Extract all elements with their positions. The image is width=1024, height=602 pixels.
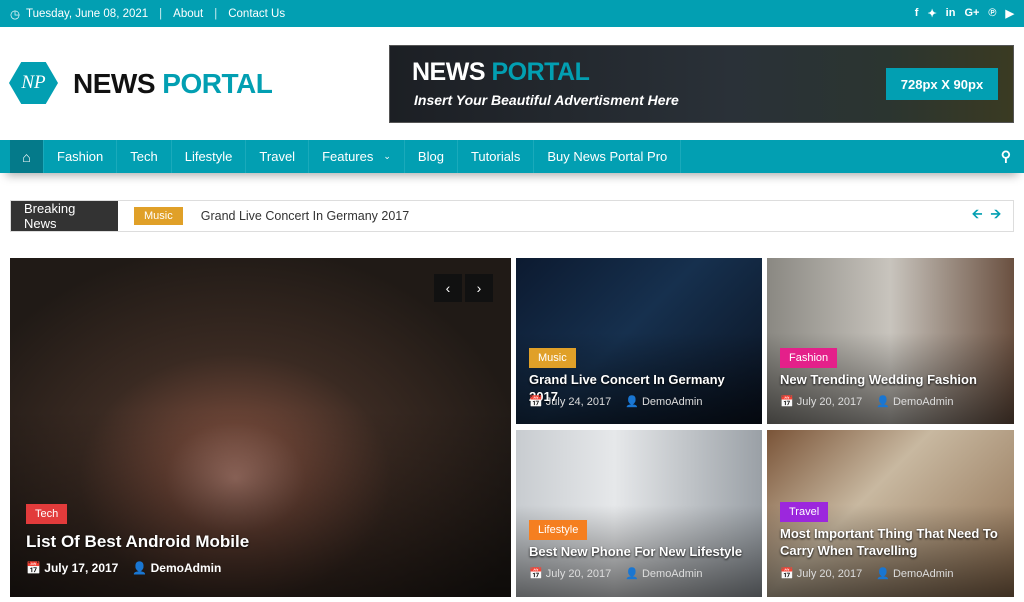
home-icon[interactable]: ⌂ [10, 140, 44, 173]
post-author[interactable]: 👤 DemoAdmin [625, 567, 702, 580]
slider-next-button[interactable]: › [465, 274, 493, 302]
linkedin-icon[interactable]: in [946, 7, 956, 20]
post-title[interactable]: Most Important Thing That Need To Carry … [780, 525, 1005, 559]
category-badge[interactable]: Tech [26, 504, 67, 524]
nav-blog[interactable]: Blog [405, 140, 458, 173]
slider-prev-button[interactable]: ‹ [434, 274, 462, 302]
twitter-icon[interactable]: ✦ [927, 7, 936, 20]
site-title-b: PORTAL [162, 68, 272, 99]
post-card[interactable]: Lifestyle Best New Phone For New Lifesty… [516, 430, 762, 597]
post-date: 📅 July 20, 2017 [529, 567, 611, 580]
nav-fashion[interactable]: Fashion [44, 140, 117, 173]
post-card[interactable]: Music Grand Live Concert In Germany 2017… [516, 258, 762, 424]
clock-icon: ◷ [10, 7, 20, 21]
nav-tech[interactable]: Tech [117, 140, 171, 173]
nav-tutorials[interactable]: Tutorials [458, 140, 534, 173]
post-date: 📅 July 20, 2017 [780, 395, 862, 408]
logo-mark[interactable]: NP [9, 62, 58, 104]
nav-buy-pro[interactable]: Buy News Portal Pro [534, 140, 681, 173]
category-badge[interactable]: Music [529, 348, 576, 368]
nav-features-label: Features [322, 149, 373, 164]
post-card[interactable]: Travel Most Important Thing That Need To… [767, 430, 1014, 597]
post-date: 📅 July 17, 2017 [26, 561, 118, 575]
nav-travel[interactable]: Travel [246, 140, 309, 173]
google-plus-icon[interactable]: G+ [964, 7, 979, 20]
pinterest-icon[interactable]: ℗ [988, 7, 996, 20]
post-author[interactable]: 👤 DemoAdmin [876, 567, 953, 580]
facebook-icon[interactable]: f [915, 7, 919, 20]
post-title[interactable]: Best New Phone For New Lifestyle [529, 543, 754, 560]
current-date: Tuesday, June 08, 2021 [26, 8, 148, 20]
breaking-news-title[interactable]: Grand Live Concert In Germany 2017 [201, 209, 409, 223]
divider: | [214, 8, 217, 20]
main-nav: ⌂ Fashion Tech Lifestyle Travel Features… [0, 140, 1024, 173]
post-date: 📅 July 24, 2017 [529, 395, 611, 408]
post-author[interactable]: 👤 DemoAdmin [625, 395, 702, 408]
post-title[interactable]: List Of Best Android Mobile [26, 533, 486, 550]
site-title[interactable]: NEWS PORTAL [73, 68, 272, 100]
ad-title-a: NEWS [412, 58, 485, 86]
site-header: NP NEWS PORTAL NEWS PORTAL Insert Your B… [0, 27, 1024, 140]
ad-title-b: PORTAL [491, 58, 589, 86]
ad-title: NEWS PORTAL [412, 58, 589, 87]
category-badge[interactable]: Fashion [780, 348, 837, 368]
post-date: 📅 July 20, 2017 [780, 567, 862, 580]
breaking-news-ticker: Breaking News Music Grand Live Concert I… [10, 200, 1014, 232]
post-author[interactable]: 👤 DemoAdmin [132, 561, 221, 575]
chevron-down-icon: ⌄ [383, 151, 391, 162]
category-badge[interactable]: Lifestyle [529, 520, 587, 540]
nav-features[interactable]: Features ⌄ [309, 140, 405, 173]
ad-tagline: Insert Your Beautiful Advertisment Here [414, 92, 679, 108]
social-links: f ✦ in G+ ℗ ▶ [915, 7, 1014, 20]
divider: | [159, 8, 162, 20]
featured-post[interactable]: ‹ › Tech List Of Best Android Mobile 📅 J… [10, 258, 511, 597]
category-badge[interactable]: Travel [780, 502, 828, 522]
top-bar: ◷ Tuesday, June 08, 2021 | About | Conta… [0, 0, 1024, 27]
site-title-a: NEWS [73, 68, 155, 99]
post-author[interactable]: 👤 DemoAdmin [876, 395, 953, 408]
contact-link[interactable]: Contact Us [228, 8, 285, 20]
category-badge[interactable]: Music [134, 207, 183, 225]
arrow-right-icon[interactable]: 🡪 [990, 205, 1001, 227]
youtube-icon[interactable]: ▶ [1006, 7, 1014, 20]
nav-lifestyle[interactable]: Lifestyle [172, 140, 247, 173]
ad-banner[interactable]: NEWS PORTAL Insert Your Beautiful Advert… [389, 45, 1014, 123]
post-card[interactable]: Fashion New Trending Wedding Fashion 📅 J… [767, 258, 1014, 424]
post-title[interactable]: New Trending Wedding Fashion [780, 371, 1005, 388]
breaking-news-label: Breaking News [11, 201, 118, 231]
ad-size-badge: 728px X 90px [886, 68, 998, 100]
arrow-left-icon[interactable]: 🡨 [972, 205, 983, 227]
about-link[interactable]: About [173, 8, 203, 20]
search-icon[interactable]: ⚲ [988, 140, 1024, 173]
